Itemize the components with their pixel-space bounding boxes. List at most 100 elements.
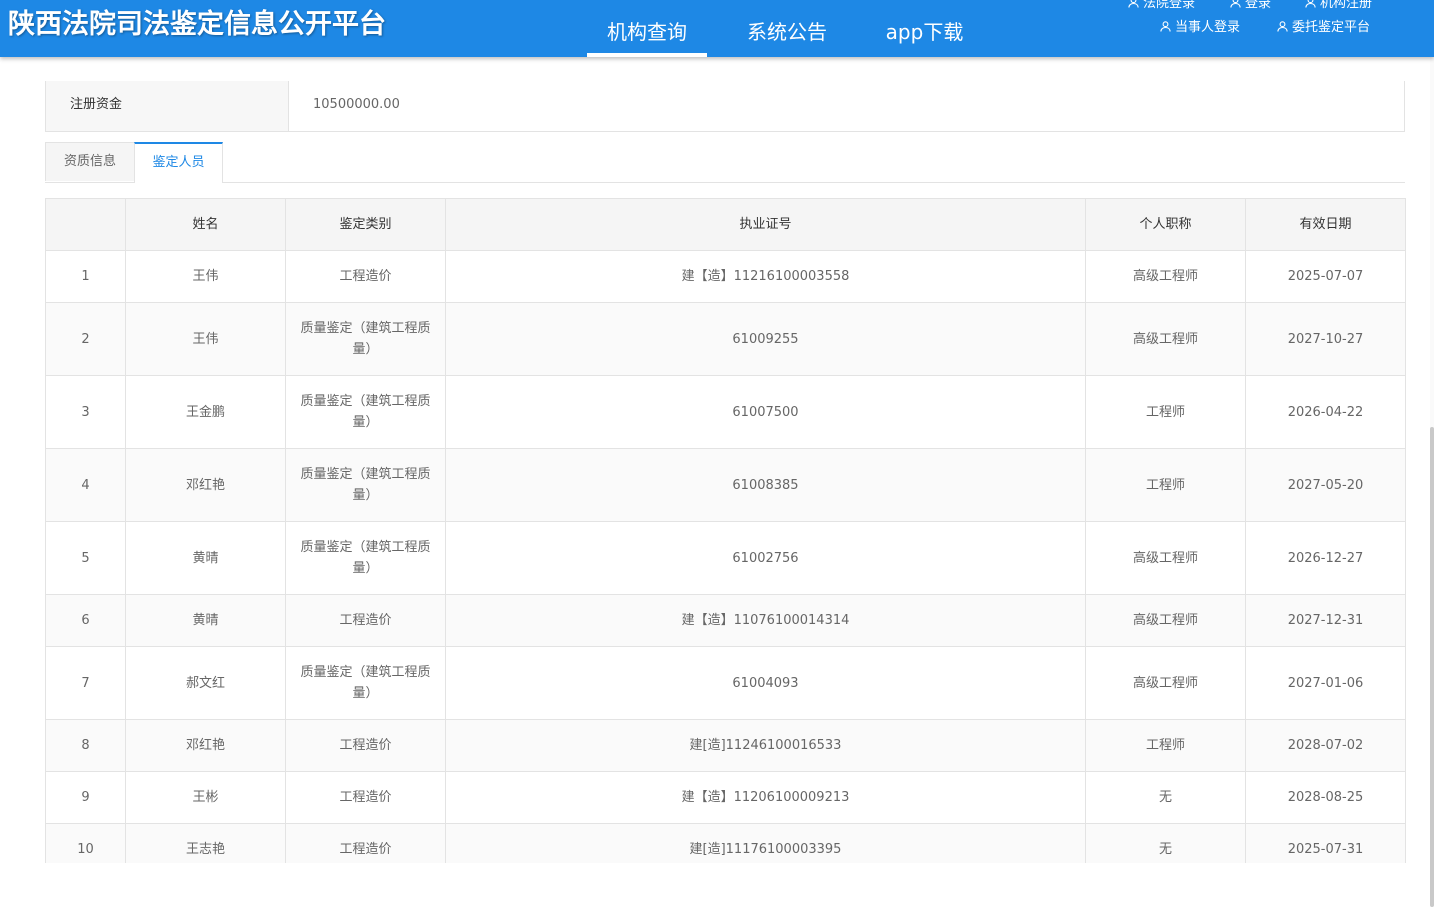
scrollbar-thumb[interactable] [1430,427,1434,907]
cell-cert: 建[造]11246100016533 [445,719,1086,772]
cell-index: 8 [45,719,126,772]
col-header-category: 鉴定类别 [285,198,446,251]
cell-name: 王伟 [125,250,286,303]
org-register-link[interactable]: 机构注册 [1305,0,1372,11]
cell-name: 王志艳 [125,823,286,863]
col-header-name: 姓名 [125,198,286,251]
content-panel: 注册资金 10500000.00 资质信息 鉴定人员 姓名 鉴定类别 执业证号 … [21,57,1431,863]
court-login-label: 法院登录 [1143,0,1196,11]
cell-title: 高级工程师 [1085,302,1246,376]
cell-name: 黄晴 [125,521,286,595]
entrust-platform-link[interactable]: 委托鉴定平台 [1277,16,1370,35]
top-header-bar: 陕西法院司法鉴定信息公开平台 机构查询 系统公告 app下载 法院登录 登录 机… [0,0,1434,57]
cell-name: 邓红艳 [125,448,286,522]
cell-date: 2028-08-25 [1245,771,1406,824]
user-links: 法院登录 登录 机构注册 当事人登录 委托鉴定平台 [1094,0,1434,57]
user-icon [1305,0,1316,8]
cell-name: 王金鹏 [125,375,286,449]
cell-cert: 61008385 [445,448,1086,522]
registered-capital-value: 10500000.00 [313,97,400,112]
cell-title: 工程师 [1085,719,1246,772]
party-login-label: 当事人登录 [1175,20,1241,35]
table-row: 8 邓红艳 工程造价 建[造]11246100016533 工程师 2028-0… [45,719,1406,772]
party-login-link[interactable]: 当事人登录 [1160,16,1240,35]
table-row: 3 王金鹏 质量鉴定（建筑工程质量） 61007500 工程师 2026-04-… [45,375,1406,449]
table-row: 2 王伟 质量鉴定（建筑工程质量） 61009255 高级工程师 2027-10… [45,302,1406,376]
user-icon [1128,0,1139,8]
detail-tabs: 资质信息 鉴定人员 [45,142,1405,183]
user-icon [1277,21,1288,32]
page-scrollbar[interactable] [1430,57,1434,907]
cell-cert: 建[造]11176100003395 [445,823,1086,863]
cell-date: 2027-12-31 [1245,594,1406,647]
cell-name: 王伟 [125,302,286,376]
cell-cert: 建【造】11076100014314 [445,594,1086,647]
cell-index: 5 [45,521,126,595]
cell-category: 质量鉴定（建筑工程质量） [285,302,446,376]
registered-capital-label: 注册资金 [46,81,289,131]
cell-title: 工程师 [1085,448,1246,522]
org-register-label: 机构注册 [1320,0,1373,11]
cell-date: 2025-07-31 [1245,823,1406,863]
cell-index: 9 [45,771,126,824]
cell-index: 6 [45,594,126,647]
table-header-row: 姓名 鉴定类别 执业证号 个人职称 有效日期 [45,198,1406,251]
cell-category: 质量鉴定（建筑工程质量） [285,521,446,595]
cell-category: 工程造价 [285,250,446,303]
cell-date: 2028-07-02 [1245,719,1406,772]
cell-cert: 61002756 [445,521,1086,595]
cell-cert: 61004093 [445,646,1086,720]
cell-date: 2025-07-07 [1245,250,1406,303]
col-header-title: 个人职称 [1085,198,1246,251]
cell-index: 2 [45,302,126,376]
court-login-link[interactable]: 法院登录 [1128,0,1195,11]
cell-title: 无 [1085,771,1246,824]
cell-name: 郝文红 [125,646,286,720]
cell-title: 高级工程师 [1085,521,1246,595]
cell-index: 7 [45,646,126,720]
user-icon [1230,0,1241,8]
cell-index: 4 [45,448,126,522]
cell-date: 2026-04-22 [1245,375,1406,449]
table-row: 6 黄晴 工程造价 建【造】11076100014314 高级工程师 2027-… [45,594,1406,647]
table-row: 9 王彬 工程造价 建【造】11206100009213 无 2028-08-2… [45,771,1406,824]
cell-date: 2027-01-06 [1245,646,1406,720]
cell-category: 工程造价 [285,594,446,647]
cell-index: 3 [45,375,126,449]
cell-name: 王彬 [125,771,286,824]
cell-title: 高级工程师 [1085,250,1246,303]
login-link[interactable]: 登录 [1230,0,1271,11]
cell-cert: 61007500 [445,375,1086,449]
table-row: 10 王志艳 工程造价 建[造]11176100003395 无 2025-07… [45,823,1406,863]
cell-date: 2027-05-20 [1245,448,1406,522]
tab-appraisers[interactable]: 鉴定人员 [134,142,223,183]
cell-index: 10 [45,823,126,863]
cell-title: 工程师 [1085,375,1246,449]
login-label: 登录 [1245,0,1272,11]
appraisers-table: 姓名 鉴定类别 执业证号 个人职称 有效日期 1 王伟 工程造价 建【造】112… [45,198,1406,863]
cell-cert: 建【造】11206100009213 [445,771,1086,824]
col-header-date: 有效日期 [1245,198,1406,251]
cell-date: 2027-10-27 [1245,302,1406,376]
cell-index: 1 [45,250,126,303]
user-icon [1160,21,1171,32]
cell-date: 2026-12-27 [1245,521,1406,595]
site-title[interactable]: 陕西法院司法鉴定信息公开平台 [8,2,386,41]
col-header-index [45,198,126,251]
cell-title: 高级工程师 [1085,594,1246,647]
nav-org-query[interactable]: 机构查询 [587,0,707,57]
cell-category: 工程造价 [285,771,446,824]
tab-qualification[interactable]: 资质信息 [45,142,135,181]
cell-cert: 61009255 [445,302,1086,376]
cell-name: 黄晴 [125,594,286,647]
table-row: 4 邓红艳 质量鉴定（建筑工程质量） 61008385 工程师 2027-05-… [45,448,1406,522]
table-row: 1 王伟 工程造价 建【造】11216100003558 高级工程师 2025-… [45,250,1406,303]
cell-category: 质量鉴定（建筑工程质量） [285,646,446,720]
nav-announcements[interactable]: 系统公告 [727,0,847,57]
nav-app-download[interactable]: app下载 [867,0,982,57]
table-row: 5 黄晴 质量鉴定（建筑工程质量） 61002756 高级工程师 2026-12… [45,521,1406,595]
col-header-cert: 执业证号 [445,198,1086,251]
cell-category: 质量鉴定（建筑工程质量） [285,448,446,522]
cell-cert: 建【造】11216100003558 [445,250,1086,303]
cell-title: 无 [1085,823,1246,863]
